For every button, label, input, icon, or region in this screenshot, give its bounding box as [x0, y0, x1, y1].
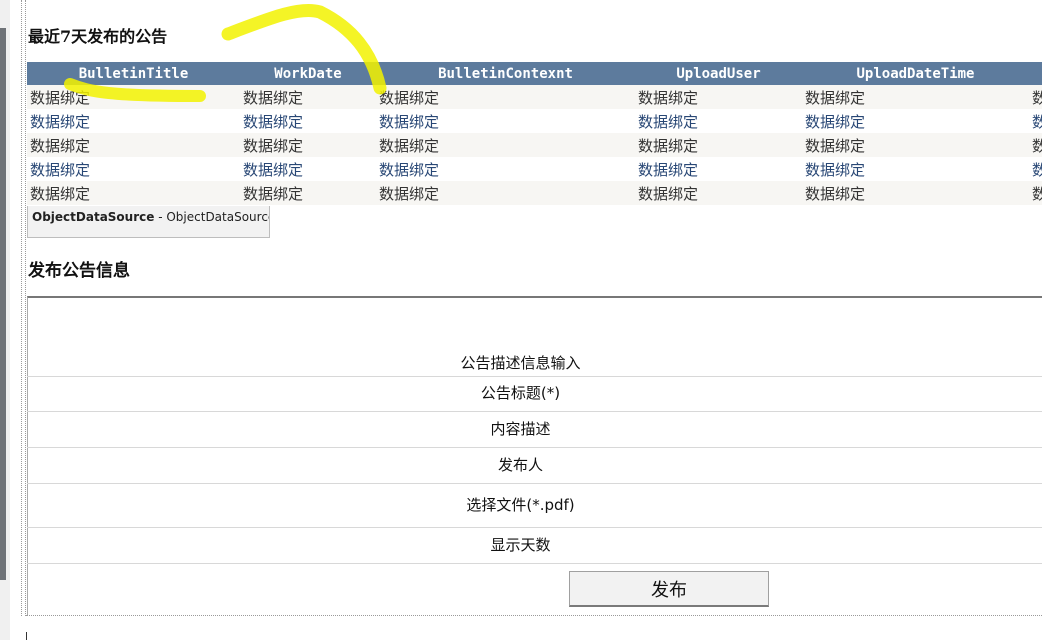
form-row-days: 显示天数	[27, 528, 1042, 564]
recent-bulletins-heading: 最近7天发布的公告	[28, 27, 168, 46]
table-cell: 数	[1029, 157, 1042, 181]
select-file-label: 选择文件(*.pdf)	[466, 496, 575, 514]
designer-guide-line	[25, 0, 26, 616]
column-header-upload-user[interactable]: UploadUser	[635, 62, 802, 85]
table-cell: 数据绑定	[27, 133, 240, 157]
editor-gutter	[0, 0, 10, 640]
content-description-label: 内容描述	[490, 420, 551, 438]
table-cell: 数据绑定	[240, 157, 376, 181]
bulletin-gridview: BulletinTitle WorkDate BulletinContexnt …	[27, 62, 1042, 205]
designer-bottom-guide	[26, 615, 1042, 616]
table-row: 数据绑定 数据绑定 数据绑定 数据绑定 数据绑定 数	[27, 181, 1042, 205]
table-cell: 数据绑定	[635, 109, 802, 133]
recent-bulletins-heading-container: 最近7天发布的公告	[28, 18, 428, 48]
table-cell: 数据绑定	[376, 157, 635, 181]
table-row: 数据绑定 数据绑定 数据绑定 数据绑定 数据绑定 数	[27, 109, 1042, 133]
table-cell: 数据绑定	[27, 181, 240, 205]
table-cell: 数	[1029, 181, 1042, 205]
form-row-title: 公告标题(*)	[27, 377, 1042, 412]
designer-canvas: 最近7天发布的公告 BulletinTitle WorkDate Bulleti…	[0, 0, 1042, 640]
table-cell: 数据绑定	[27, 157, 240, 181]
table-cell: 数据绑定	[376, 133, 635, 157]
table-row: 数据绑定 数据绑定 数据绑定 数据绑定 数据绑定 数	[27, 133, 1042, 157]
table-cell: 数据绑定	[635, 157, 802, 181]
datasource-type-label: ObjectDataSource	[32, 210, 155, 224]
form-row-content: 内容描述	[27, 412, 1042, 448]
publish-button[interactable]: 发布	[569, 571, 769, 607]
table-cell: 数	[1029, 133, 1042, 157]
designer-corner-mark	[26, 632, 27, 640]
column-header-work-date[interactable]: WorkDate	[240, 62, 376, 85]
table-cell: 数据绑定	[802, 109, 1029, 133]
form-row-file: 选择文件(*.pdf)	[27, 484, 1042, 528]
bulletin-title-label: 公告标题(*)	[480, 384, 561, 402]
table-cell: 数据绑定	[240, 181, 376, 205]
column-header-bulletin-title[interactable]: BulletinTitle	[27, 62, 240, 85]
publisher-label: 发布人	[497, 456, 543, 474]
table-cell: 数据绑定	[635, 85, 802, 109]
table-cell: 数据绑定	[376, 85, 635, 109]
datasource-id-label: ObjectDataSource1	[166, 210, 269, 224]
table-cell: 数据绑定	[802, 85, 1029, 109]
datasource-separator: -	[154, 210, 167, 224]
table-cell: 数据绑定	[240, 133, 376, 157]
form-caption-row: 公告描述信息输入	[27, 352, 1042, 377]
table-cell: 数	[1029, 109, 1042, 133]
table-cell: 数据绑定	[240, 85, 376, 109]
table-cell: 数据绑定	[802, 157, 1029, 181]
publish-bulletin-heading: 发布公告信息	[28, 261, 130, 281]
table-cell: 数据绑定	[635, 181, 802, 205]
designer-guide-line	[21, 0, 22, 616]
table-cell: 数据绑定	[635, 133, 802, 157]
table-cell: 数据绑定	[27, 85, 240, 109]
column-header-overflow	[1029, 62, 1042, 85]
grid-header-row: BulletinTitle WorkDate BulletinContexnt …	[27, 62, 1042, 85]
gutter-scroll-bar[interactable]	[0, 28, 6, 580]
form-row-publisher: 发布人	[27, 448, 1042, 484]
display-days-label: 显示天数	[490, 536, 551, 554]
table-row: 数据绑定 数据绑定 数据绑定 数据绑定 数据绑定 数	[27, 157, 1042, 181]
table-cell: 数据绑定	[376, 109, 635, 133]
column-header-upload-datetime[interactable]: UploadDateTime	[802, 62, 1029, 85]
table-cell: 数据绑定	[27, 109, 240, 133]
table-cell: 数	[1029, 85, 1042, 109]
table-cell: 数据绑定	[376, 181, 635, 205]
column-header-bulletin-content[interactable]: BulletinContexnt	[376, 62, 635, 85]
table-cell: 数据绑定	[240, 109, 376, 133]
table-cell: 数据绑定	[802, 181, 1029, 205]
object-datasource-control[interactable]: ObjectDataSource - ObjectDataSource1	[27, 206, 270, 238]
table-cell: 数据绑定	[802, 133, 1029, 157]
form-caption: 公告描述信息输入	[460, 354, 581, 372]
table-row: 数据绑定 数据绑定 数据绑定 数据绑定 数据绑定 数	[27, 85, 1042, 109]
